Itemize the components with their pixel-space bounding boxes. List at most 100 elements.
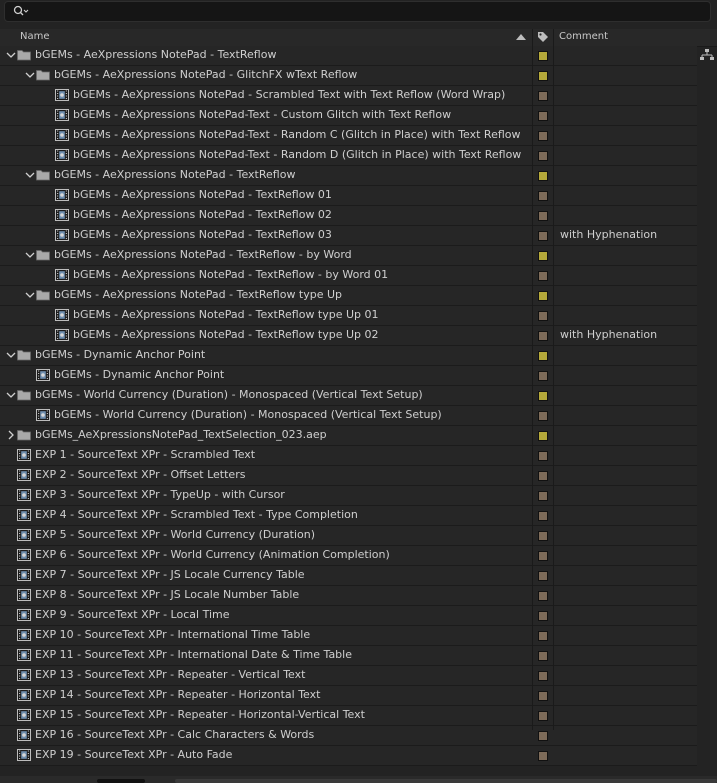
folder-row[interactable]: bGEMs - AeXpressions NotePad - TextReflo… bbox=[0, 46, 697, 66]
label-color-swatch[interactable] bbox=[538, 71, 548, 81]
composition-row[interactable]: bGEMs - World Currency (Duration) - Mono… bbox=[0, 406, 697, 426]
column-divider[interactable] bbox=[532, 29, 533, 46]
label-color-swatch[interactable] bbox=[538, 551, 548, 561]
composition-row[interactable]: EXP 19 - SourceText XPr - Auto Fade bbox=[0, 746, 697, 766]
label-color-swatch[interactable] bbox=[538, 471, 548, 481]
composition-row[interactable]: bGEMs - AeXpressions NotePad - TextReflo… bbox=[0, 306, 697, 326]
label-color-swatch[interactable] bbox=[538, 531, 548, 541]
label-color-swatch[interactable] bbox=[538, 231, 548, 241]
comment-column-header[interactable]: Comment bbox=[559, 31, 608, 42]
composition-row[interactable]: bGEMs - AeXpressions NotePad - Scrambled… bbox=[0, 86, 697, 106]
folder-row[interactable]: bGEMs - AeXpressions NotePad - TextReflo… bbox=[0, 246, 697, 266]
composition-row[interactable]: EXP 10 - SourceText XPr - International … bbox=[0, 626, 697, 646]
chevron-down-icon[interactable] bbox=[24, 289, 36, 301]
composition-row[interactable]: EXP 4 - SourceText XPr - Scrambled Text … bbox=[0, 506, 697, 526]
label-color-swatch[interactable] bbox=[538, 211, 548, 221]
composition-row[interactable]: bGEMs - AeXpressions NotePad - TextReflo… bbox=[0, 266, 697, 286]
composition-row[interactable]: bGEMs - AeXpressions NotePad - TextReflo… bbox=[0, 226, 697, 246]
flowchart-icon[interactable] bbox=[700, 48, 714, 62]
composition-row[interactable]: EXP 14 - SourceText XPr - Repeater - Hor… bbox=[0, 686, 697, 706]
folder-row[interactable]: bGEMs - World Currency (Duration) - Mono… bbox=[0, 386, 697, 406]
chevron-down-icon[interactable] bbox=[5, 49, 17, 61]
sort-ascending-icon[interactable] bbox=[515, 31, 527, 43]
composition-row[interactable]: EXP 8 - SourceText XPr - JS Locale Numbe… bbox=[0, 586, 697, 606]
folder-row[interactable]: bGEMs - AeXpressions NotePad - TextReflo… bbox=[0, 166, 697, 186]
label-color-swatch[interactable] bbox=[538, 631, 548, 641]
label-color-swatch[interactable] bbox=[538, 111, 548, 121]
composition-row[interactable]: EXP 15 - SourceText XPr - Repeater - Hor… bbox=[0, 706, 697, 726]
composition-row[interactable]: bGEMs - Dynamic Anchor Point bbox=[0, 366, 697, 386]
label-color-swatch[interactable] bbox=[538, 91, 548, 101]
composition-icon bbox=[17, 489, 31, 501]
label-color-swatch[interactable] bbox=[538, 251, 548, 261]
label-color-swatch[interactable] bbox=[538, 491, 548, 501]
label-color-swatch[interactable] bbox=[538, 371, 548, 381]
label-color-swatch[interactable] bbox=[538, 191, 548, 201]
column-divider[interactable] bbox=[553, 29, 554, 46]
label-color-swatch[interactable] bbox=[538, 751, 548, 761]
name-column-header[interactable]: Name bbox=[20, 31, 50, 42]
label-color-swatch[interactable] bbox=[538, 351, 548, 361]
folder-row[interactable]: bGEMs_AeXpressionsNotePad_TextSelection_… bbox=[0, 426, 697, 446]
chevron-down-icon[interactable] bbox=[5, 349, 17, 361]
label-color-swatch[interactable] bbox=[538, 271, 548, 281]
chevron-down-icon[interactable] bbox=[24, 249, 36, 261]
search-icon[interactable] bbox=[13, 4, 29, 18]
chevron-down-icon[interactable] bbox=[24, 69, 36, 81]
label-color-swatch[interactable] bbox=[538, 451, 548, 461]
label-color-swatch[interactable] bbox=[538, 411, 548, 421]
label-color-swatch[interactable] bbox=[538, 151, 548, 161]
label-color-swatch[interactable] bbox=[538, 651, 548, 661]
composition-row[interactable]: EXP 9 - SourceText XPr - Local Time bbox=[0, 606, 697, 626]
label-color-swatch[interactable] bbox=[538, 511, 548, 521]
horizontal-scrollbar[interactable] bbox=[175, 779, 717, 783]
label-color-swatch[interactable] bbox=[538, 311, 548, 321]
label-color-swatch[interactable] bbox=[538, 431, 548, 441]
label-color-swatch[interactable] bbox=[538, 171, 548, 181]
chevron-down-icon[interactable] bbox=[24, 169, 36, 181]
folder-row[interactable]: bGEMs - Dynamic Anchor Point bbox=[0, 346, 697, 366]
composition-row[interactable]: EXP 16 - SourceText XPr - Calc Character… bbox=[0, 726, 697, 746]
label-tag-icon[interactable] bbox=[536, 30, 550, 44]
composition-row[interactable]: EXP 7 - SourceText XPr - JS Locale Curre… bbox=[0, 566, 697, 586]
label-color-swatch[interactable] bbox=[538, 671, 548, 681]
folder-row[interactable]: bGEMs - AeXpressions NotePad - GlitchFX … bbox=[0, 66, 697, 86]
chevron-right-icon[interactable] bbox=[5, 429, 17, 441]
chevron-down-icon[interactable] bbox=[5, 389, 17, 401]
composition-icon bbox=[55, 229, 69, 241]
label-color-swatch[interactable] bbox=[538, 691, 548, 701]
folder-row[interactable]: bGEMs - AeXpressions NotePad - TextReflo… bbox=[0, 286, 697, 306]
item-name: bGEMs - AeXpressions NotePad-Text - Rand… bbox=[73, 128, 521, 141]
label-color-swatch[interactable] bbox=[538, 291, 548, 301]
label-color-swatch[interactable] bbox=[538, 391, 548, 401]
composition-row[interactable]: EXP 2 - SourceText XPr - Offset Letters bbox=[0, 466, 697, 486]
label-color-swatch[interactable] bbox=[538, 611, 548, 621]
composition-row[interactable]: bGEMs - AeXpressions NotePad - TextReflo… bbox=[0, 186, 697, 206]
item-name: bGEMs - Dynamic Anchor Point bbox=[35, 348, 206, 361]
label-color-swatch[interactable] bbox=[538, 731, 548, 741]
label-color-swatch[interactable] bbox=[538, 131, 548, 141]
composition-row[interactable]: EXP 3 - SourceText XPr - TypeUp - with C… bbox=[0, 486, 697, 506]
item-name: EXP 2 - SourceText XPr - Offset Letters bbox=[35, 468, 246, 481]
search-input[interactable] bbox=[4, 1, 711, 22]
item-comment[interactable]: with Hyphenation bbox=[560, 228, 657, 241]
composition-row[interactable]: EXP 5 - SourceText XPr - World Currency … bbox=[0, 526, 697, 546]
composition-row[interactable]: EXP 11 - SourceText XPr - International … bbox=[0, 646, 697, 666]
item-name: bGEMs - AeXpressions NotePad - TextReflo… bbox=[73, 228, 332, 241]
composition-row[interactable]: EXP 1 - SourceText XPr - Scrambled Text bbox=[0, 446, 697, 466]
composition-row[interactable]: bGEMs - AeXpressions NotePad - TextReflo… bbox=[0, 206, 697, 226]
label-color-swatch[interactable] bbox=[538, 711, 548, 721]
composition-row[interactable]: bGEMs - AeXpressions NotePad-Text - Rand… bbox=[0, 146, 697, 166]
label-color-swatch[interactable] bbox=[538, 591, 548, 601]
composition-row[interactable]: EXP 6 - SourceText XPr - World Currency … bbox=[0, 546, 697, 566]
composition-row[interactable]: bGEMs - AeXpressions NotePad-Text - Cust… bbox=[0, 106, 697, 126]
label-color-swatch[interactable] bbox=[538, 51, 548, 61]
composition-icon bbox=[36, 369, 50, 381]
composition-row[interactable]: bGEMs - AeXpressions NotePad - TextReflo… bbox=[0, 326, 697, 346]
item-comment[interactable]: with Hyphenation bbox=[560, 328, 657, 341]
label-color-swatch[interactable] bbox=[538, 571, 548, 581]
composition-row[interactable]: bGEMs - AeXpressions NotePad-Text - Rand… bbox=[0, 126, 697, 146]
composition-row[interactable]: EXP 13 - SourceText XPr - Repeater - Ver… bbox=[0, 666, 697, 686]
bit-depth-button[interactable] bbox=[97, 779, 145, 783]
label-color-swatch[interactable] bbox=[538, 331, 548, 341]
